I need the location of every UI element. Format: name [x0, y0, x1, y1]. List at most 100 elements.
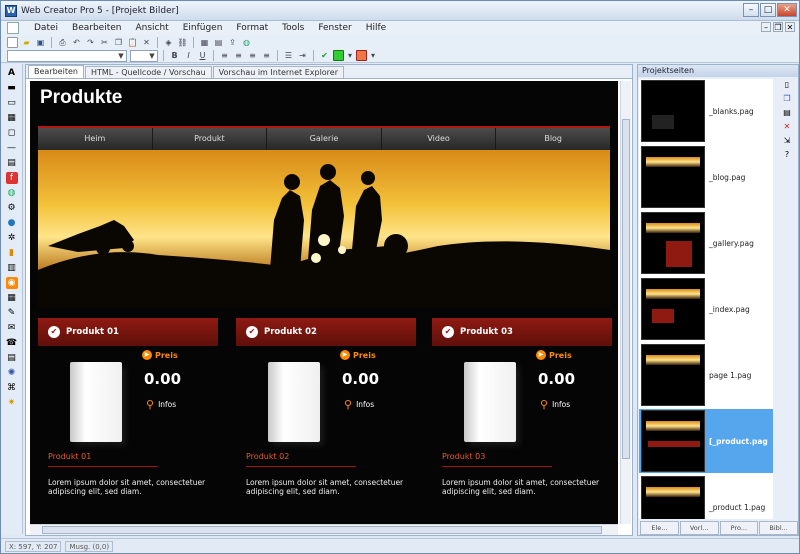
nav-item-heim[interactable]: Heim [38, 128, 152, 150]
tab-templates[interactable]: Vorl... [679, 521, 719, 535]
copy-page-icon[interactable]: ❐ [782, 93, 793, 104]
infos-link[interactable]: ⚲ Infos [146, 398, 176, 411]
tab-bearbeiten[interactable]: Bearbeiten [28, 65, 84, 78]
list-item[interactable]: _gallery.pag [639, 211, 773, 275]
delete-page-icon[interactable]: ✕ [782, 121, 793, 132]
font-select[interactable]: ▼ [7, 49, 127, 62]
open-folder-icon[interactable]: ▰ [21, 37, 32, 48]
align-right-icon[interactable]: ≡ [247, 50, 258, 61]
product-box-image[interactable] [70, 362, 122, 442]
hero-image[interactable] [38, 150, 610, 308]
new-file-icon[interactable] [7, 36, 18, 48]
chevron-down-icon[interactable]: ▾ [347, 50, 353, 61]
tab-library[interactable]: Bibl... [759, 521, 798, 535]
menu-tools[interactable]: Tools [275, 23, 311, 33]
star-tool-icon[interactable]: ✲ [6, 232, 18, 244]
text-tool-icon[interactable]: A [6, 67, 18, 79]
font-color-icon[interactable] [356, 50, 367, 61]
nav-item-produkt[interactable]: Produkt [151, 128, 267, 150]
menu-fenster[interactable]: Fenster [311, 23, 358, 33]
minimize-button[interactable]: – [743, 3, 759, 17]
scrollbar-thumb[interactable] [42, 526, 602, 534]
redo-icon[interactable]: ↷ [85, 37, 96, 48]
preview-globe-icon[interactable]: ◍ [241, 37, 252, 48]
horizontal-scrollbar[interactable] [30, 524, 618, 535]
product-header[interactable]: ✔ Produkt 01 [38, 318, 218, 346]
print-icon[interactable]: ⎙ [57, 37, 68, 48]
align-left-icon[interactable]: ≡ [219, 50, 230, 61]
insert-object-icon[interactable]: ◈ [163, 37, 174, 48]
doc-restore-button[interactable]: ❐ [773, 22, 783, 32]
calendar-tool-icon[interactable]: ▦ [6, 292, 18, 304]
page-properties-icon[interactable]: ▤ [782, 107, 793, 118]
list-icon[interactable]: ☰ [283, 50, 294, 61]
speech-tool-icon[interactable]: ● [6, 217, 18, 229]
font-size-select[interactable]: ▼ [130, 49, 158, 62]
save-icon[interactable]: ▣ [35, 37, 46, 48]
menu-einfuegen[interactable]: Einfügen [176, 23, 230, 33]
menu-format[interactable]: Format [229, 23, 275, 33]
settings-tool-icon[interactable]: ✺ [6, 367, 18, 379]
tab-html-source[interactable]: HTML - Quellcode / Vorschau [84, 66, 212, 78]
box-tool-icon[interactable]: ▭ [6, 97, 18, 109]
paste-icon[interactable]: 📋 [127, 37, 138, 48]
document-icon[interactable] [7, 22, 19, 34]
page-icon[interactable]: ▤ [213, 37, 224, 48]
list-item[interactable]: _blog.pag [639, 145, 773, 209]
maximize-button[interactable]: □ [760, 3, 776, 17]
product-box-image[interactable] [268, 362, 320, 442]
globe-tool-icon[interactable]: ◍ [6, 187, 18, 199]
rss-tool-icon[interactable]: ◉ [5, 277, 18, 289]
product-box-image[interactable] [464, 362, 516, 442]
infos-link[interactable]: ⚲ Infos [540, 398, 570, 411]
help-icon[interactable]: ? [782, 149, 793, 160]
product-header[interactable]: ✔ Produkt 02 [236, 318, 416, 346]
new-page-icon[interactable]: ▯ [782, 79, 793, 90]
page-title[interactable]: Produkte [40, 87, 122, 109]
line-tool-icon[interactable]: — [6, 142, 18, 154]
menu-hilfe[interactable]: Hilfe [359, 23, 393, 33]
table-tool-icon[interactable]: ▦ [6, 112, 18, 124]
image-tool-icon[interactable]: ▬ [6, 82, 18, 94]
import-page-icon[interactable]: ⇲ [782, 135, 793, 146]
counter-tool-icon[interactable]: ▤ [6, 352, 18, 364]
tab-project[interactable]: Pro... [719, 521, 759, 535]
copy-icon[interactable]: ❐ [113, 37, 124, 48]
effect-tool-icon[interactable]: ✷ [6, 397, 18, 409]
code-tool-icon[interactable]: ⌘ [6, 382, 18, 394]
scrollbar-thumb[interactable] [622, 119, 630, 459]
menu-ansicht[interactable]: Ansicht [128, 23, 175, 33]
menu-bearbeiten[interactable]: Bearbeiten [65, 23, 128, 33]
justify-icon[interactable]: ≡ [261, 50, 272, 61]
nav-item-blog[interactable]: Blog [495, 128, 610, 150]
link-icon[interactable]: ⛓ [177, 37, 188, 48]
chart-tool-icon[interactable]: ▮ [6, 247, 18, 259]
fill-color-icon[interactable] [333, 50, 344, 61]
product-header[interactable]: ✔ Produkt 03 [432, 318, 612, 346]
contact-tool-icon[interactable]: ☎ [6, 337, 18, 349]
nav-item-galerie[interactable]: Galerie [266, 128, 381, 150]
underline-icon[interactable]: U [197, 50, 208, 61]
indent-icon[interactable]: ⇥ [297, 50, 308, 61]
doc-close-button[interactable]: ✕ [785, 22, 795, 32]
check-icon[interactable]: ✔ [319, 50, 330, 61]
italic-icon[interactable]: I [183, 50, 194, 61]
chevron-down-icon[interactable]: ▾ [370, 50, 376, 61]
page-canvas[interactable]: Produkte Heim Produkt Galerie Video Blog [30, 81, 618, 524]
flash-tool-icon[interactable]: f [5, 172, 18, 184]
cut-icon[interactable]: ✂ [99, 37, 110, 48]
bold-icon[interactable]: B [169, 50, 180, 61]
infos-link[interactable]: ⚲ Infos [344, 398, 374, 411]
tab-elements[interactable]: Ele... [640, 521, 679, 535]
close-button[interactable]: ✕ [777, 3, 797, 17]
list-item[interactable]: [_product.pag [639, 409, 773, 473]
nav-item-video[interactable]: Video [380, 128, 496, 150]
mail-tool-icon[interactable]: ✉ [6, 322, 18, 334]
undo-icon[interactable]: ↶ [71, 37, 82, 48]
grid-icon[interactable]: ▦ [199, 37, 210, 48]
menu-datei[interactable]: Datei [27, 23, 65, 33]
list-item[interactable]: page 1.pag [639, 343, 773, 407]
list-item[interactable]: _product 1.pag [639, 475, 773, 519]
align-center-icon[interactable]: ≡ [233, 50, 244, 61]
list-item[interactable]: _blanks.pag [639, 79, 773, 143]
